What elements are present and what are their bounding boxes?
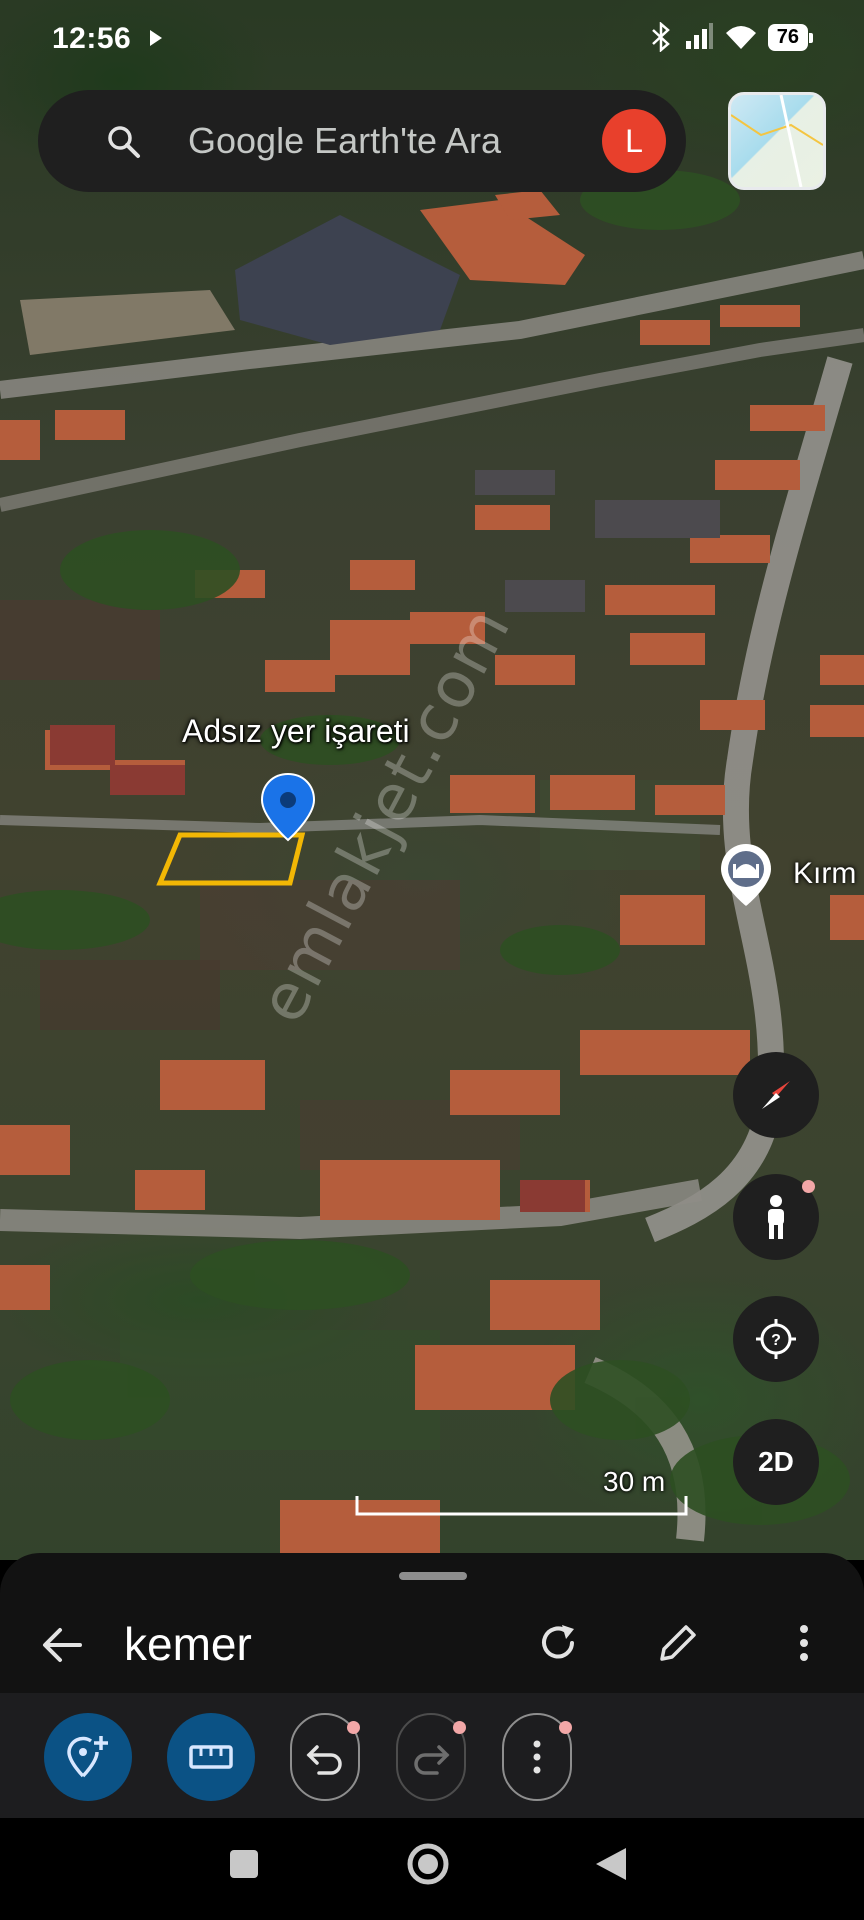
edit-icon[interactable] bbox=[656, 1621, 700, 1665]
avatar[interactable]: L bbox=[602, 109, 666, 173]
recents-icon[interactable] bbox=[228, 1848, 260, 1880]
toolbar-more-button[interactable] bbox=[502, 1713, 572, 1801]
compass-icon bbox=[762, 1081, 790, 1109]
pegman-icon bbox=[768, 1195, 784, 1239]
back-nav-icon[interactable] bbox=[594, 1846, 628, 1882]
location-target-icon: ? bbox=[756, 1319, 796, 1359]
compass-button[interactable] bbox=[733, 1052, 819, 1138]
map-style-icon bbox=[731, 95, 823, 187]
measure-icon bbox=[189, 1745, 233, 1769]
add-placemark-icon bbox=[67, 1736, 108, 1778]
bluetooth-icon bbox=[651, 22, 670, 52]
notification-dot bbox=[453, 1721, 466, 1734]
wifi-icon bbox=[725, 26, 756, 49]
signal-icon bbox=[685, 23, 713, 49]
measure-button[interactable] bbox=[167, 1713, 255, 1801]
my-location-button[interactable]: ? bbox=[733, 1296, 819, 1382]
search-icon bbox=[108, 126, 140, 158]
undo-icon bbox=[306, 1745, 342, 1775]
project-title: kemer bbox=[124, 1618, 252, 1670]
undo-button[interactable] bbox=[290, 1713, 360, 1801]
poi-label[interactable]: Kırm bbox=[793, 857, 856, 891]
notification-dot bbox=[347, 1721, 360, 1734]
battery-icon: 76 bbox=[767, 23, 814, 51]
back-icon[interactable] bbox=[40, 1625, 84, 1665]
sheet-drag-handle[interactable] bbox=[399, 1572, 467, 1580]
mosque-poi-icon[interactable] bbox=[718, 842, 774, 908]
placemark-pin-icon[interactable] bbox=[260, 772, 316, 842]
notification-dot bbox=[802, 1180, 815, 1193]
add-placemark-button[interactable] bbox=[44, 1713, 132, 1801]
toggle-2d-label: 2D bbox=[758, 1446, 794, 1477]
more-vert-icon[interactable] bbox=[782, 1621, 826, 1665]
status-time: 12:56 bbox=[52, 22, 132, 55]
bottom-sheet[interactable]: kemer bbox=[0, 1553, 864, 1818]
refresh-icon[interactable] bbox=[536, 1621, 580, 1665]
notification-dot bbox=[559, 1721, 572, 1734]
home-icon[interactable] bbox=[406, 1842, 450, 1886]
search-input[interactable] bbox=[188, 118, 608, 164]
play-icon bbox=[150, 30, 162, 46]
status-icons: 76 bbox=[648, 22, 814, 52]
redo-icon bbox=[414, 1745, 450, 1775]
toggle-2d-button[interactable]: 2D bbox=[733, 1419, 819, 1505]
scale-bar-label: 30 m bbox=[603, 1466, 666, 1497]
project-toolbar bbox=[0, 1693, 864, 1818]
sheet-header: kemer bbox=[0, 1599, 864, 1689]
redo-button[interactable] bbox=[396, 1713, 466, 1801]
system-nav-bar bbox=[0, 1818, 864, 1920]
map-layer-thumbnail[interactable] bbox=[728, 92, 826, 190]
street-view-button[interactable] bbox=[733, 1174, 819, 1260]
placemark-label[interactable]: Adsız yer işareti bbox=[182, 713, 410, 750]
more-vert-icon bbox=[533, 1740, 541, 1774]
search-bar[interactable] bbox=[38, 90, 686, 192]
status-bar: 12:56 76 bbox=[0, 0, 864, 80]
svg-text:?: ? bbox=[771, 1332, 781, 1349]
